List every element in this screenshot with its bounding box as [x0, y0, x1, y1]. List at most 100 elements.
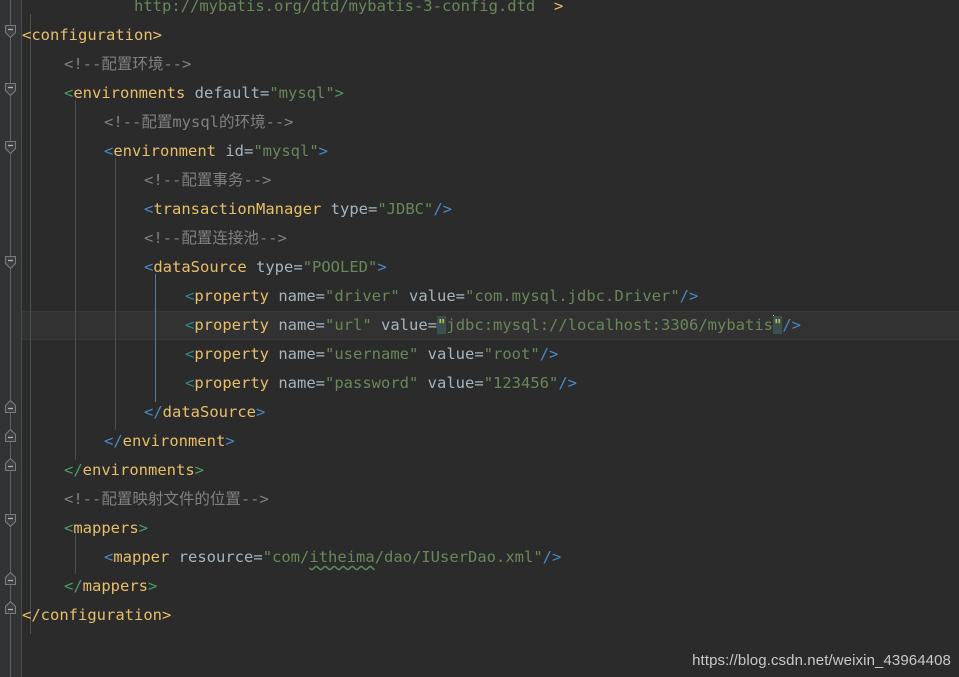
fold-collapse-mappers-icon[interactable] — [3, 513, 18, 528]
code-token: > — [256, 403, 266, 421]
code-token: property — [194, 316, 269, 334]
code-token: environment — [122, 432, 226, 450]
editor-gutter[interactable] — [0, 0, 22, 677]
code-token: < — [144, 200, 154, 218]
fold-collapse-datasource-icon[interactable] — [3, 255, 18, 270]
code-line[interactable]: </mappers> — [22, 572, 157, 601]
code-line[interactable]: <!--配置环境--> — [22, 50, 191, 79]
code-token: " — [437, 316, 447, 334]
code-token: name — [269, 316, 316, 334]
code-token: value — [418, 374, 475, 392]
code-line[interactable]: <mapper resource="com/itheima/dao/IUserD… — [22, 543, 561, 572]
code-line[interactable]: <property name="driver" value="com.mysql… — [22, 282, 698, 311]
code-token: http://mybatis.org/dtd/mybatis-3-config.… — [134, 0, 536, 15]
code-token: name — [269, 287, 316, 305]
code-token: <!--配置连接池--> — [144, 229, 287, 247]
code-token: > — [377, 258, 387, 276]
code-token: "root" — [483, 345, 540, 363]
code-token: /> — [558, 374, 578, 392]
code-token: /> — [542, 548, 562, 566]
code-token: value — [371, 316, 428, 334]
code-token: value — [418, 345, 475, 363]
code-token: environment — [113, 142, 216, 160]
code-editor[interactable]: http://mybatis.org/dtd/mybatis-3-config.… — [0, 0, 959, 677]
code-token: "com.mysql.jdbc.Driver" — [465, 287, 680, 305]
code-token: < — [144, 258, 154, 276]
code-line[interactable]: <property name="url" value="jdbc:mysql:/… — [22, 311, 801, 340]
code-line[interactable]: <configuration> — [22, 21, 162, 50]
code-line[interactable]: <!--配置连接池--> — [22, 224, 287, 253]
code-token: default — [185, 84, 260, 102]
code-token: <!--配置mysql的环境--> — [104, 113, 294, 131]
fold-end-configuration-icon[interactable] — [3, 600, 18, 615]
code-token: </ — [64, 577, 83, 595]
code-token: /> — [782, 316, 802, 334]
code-token: = — [427, 316, 438, 334]
code-token: /> — [433, 200, 453, 218]
code-token: = — [474, 374, 484, 392]
code-token: dataSource — [162, 403, 256, 421]
code-token: < — [185, 374, 195, 392]
code-token: </ — [104, 432, 123, 450]
code-line[interactable]: </configuration> — [22, 601, 171, 630]
code-token: = — [293, 258, 303, 276]
code-token: > — [138, 519, 149, 537]
code-token: < — [185, 287, 195, 305]
code-token: = — [259, 84, 270, 102]
code-token: > — [318, 142, 329, 160]
code-token: <configuration> — [22, 26, 162, 44]
code-line[interactable]: <property name="username" value="root"/> — [22, 340, 558, 369]
code-token: < — [185, 345, 195, 363]
code-line[interactable]: http://mybatis.org/dtd/mybatis-3-config.… — [22, 0, 563, 21]
code-token: < — [104, 548, 114, 566]
code-token: "POOLED" — [302, 258, 378, 276]
code-token: id — [216, 142, 244, 160]
code-token: = — [315, 316, 326, 334]
fold-end-datasource-icon[interactable] — [3, 399, 18, 414]
code-token: "url" — [325, 316, 372, 334]
code-line[interactable]: <property name="password" value="123456"… — [22, 369, 577, 398]
code-token: property — [194, 374, 269, 392]
code-token: < — [185, 316, 195, 334]
code-line[interactable]: <dataSource type="POOLED"> — [22, 253, 387, 282]
code-line[interactable]: <environments default="mysql"> — [22, 79, 344, 108]
fold-end-environment-icon[interactable] — [3, 428, 18, 443]
code-token: <!--配置环境--> — [64, 55, 192, 73]
code-token: < — [104, 142, 114, 160]
code-surface[interactable]: http://mybatis.org/dtd/mybatis-3-config.… — [22, 0, 959, 677]
code-line[interactable]: <!--配置映射文件的位置--> — [22, 485, 269, 514]
code-line[interactable]: </environments> — [22, 456, 204, 485]
fold-collapse-environments-icon[interactable] — [3, 82, 18, 97]
code-line[interactable]: <transactionManager type="JDBC"/> — [22, 195, 452, 224]
fold-end-environments-icon[interactable] — [3, 457, 18, 472]
code-token: /> — [679, 287, 699, 305]
code-token: dataSource — [153, 258, 247, 276]
code-token: itheima — [309, 548, 375, 566]
code-token: transactionManager — [153, 200, 322, 218]
code-token: </configuration> — [22, 606, 172, 624]
fold-collapse-configuration-icon[interactable] — [3, 24, 18, 39]
code-token: < — [64, 519, 74, 537]
code-line[interactable]: <mappers> — [22, 514, 148, 543]
code-token: = — [315, 287, 326, 305]
code-line[interactable]: </environment> — [22, 427, 235, 456]
fold-collapse-environment-icon[interactable] — [3, 140, 18, 155]
code-token: /> — [539, 345, 559, 363]
code-line[interactable]: </dataSource> — [22, 398, 265, 427]
code-token: </ — [64, 461, 83, 479]
code-line[interactable]: <environment id="mysql"> — [22, 137, 328, 166]
code-token: = — [455, 287, 466, 305]
code-token: " — [773, 316, 783, 334]
code-token: "com/ — [262, 548, 310, 566]
code-line[interactable]: <!--配置事务--> — [22, 166, 271, 195]
code-token: "password" — [325, 374, 419, 392]
code-token: > — [334, 84, 344, 102]
code-token: <!--配置映射文件的位置--> — [64, 490, 269, 508]
code-line[interactable]: <!--配置mysql的环境--> — [22, 108, 293, 137]
code-token: jdbc:mysql://localhost:3306/mybatis — [446, 316, 773, 334]
code-token: value — [399, 287, 456, 305]
code-token: /dao/IUserDao.xml" — [374, 548, 543, 566]
code-token: < — [64, 84, 74, 102]
fold-end-mappers-icon[interactable] — [3, 571, 18, 586]
